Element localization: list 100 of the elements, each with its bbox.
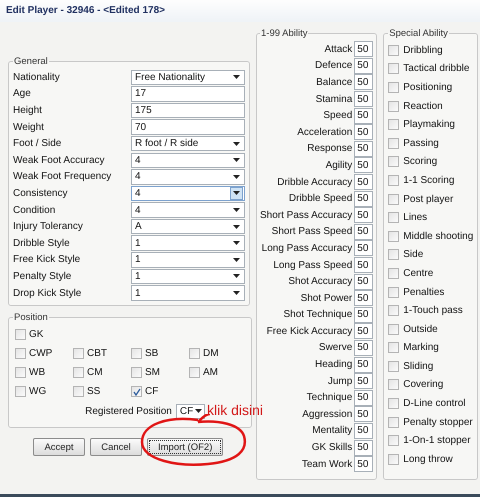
field-label: Stamina — [316, 94, 352, 105]
field-label: Age — [13, 88, 32, 100]
checkbox[interactable] — [388, 249, 400, 260]
dropdown[interactable]: 4 — [131, 186, 245, 202]
checkbox[interactable] — [388, 379, 400, 390]
checkbox[interactable] — [15, 348, 26, 360]
input-field[interactable]: 50 — [354, 406, 374, 422]
input-field[interactable]: 50 — [354, 373, 374, 390]
checkbox[interactable] — [388, 119, 400, 130]
input-field[interactable]: 50 — [354, 174, 374, 190]
checkbox[interactable] — [388, 416, 400, 428]
group-title: 1-99 Ability — [260, 28, 308, 39]
input-field[interactable]: 50 — [354, 274, 374, 290]
input-field[interactable]: 50 — [354, 440, 374, 456]
checkbox[interactable] — [189, 348, 200, 360]
input-field[interactable]: 50 — [354, 306, 374, 323]
field-label: Weak Foot Frequency — [13, 171, 112, 182]
input-field[interactable]: 50 — [354, 356, 374, 373]
dropdown[interactable]: 1 — [131, 285, 245, 301]
checkbox-label: WG — [29, 386, 46, 398]
checkbox[interactable] — [388, 454, 400, 465]
input-field[interactable]: 50 — [354, 290, 374, 306]
checkbox[interactable] — [388, 63, 400, 74]
input-field[interactable]: 50 — [354, 340, 374, 356]
checkbox[interactable] — [73, 348, 84, 360]
checkbox[interactable] — [388, 230, 400, 242]
checkbox[interactable] — [388, 435, 400, 446]
input-field[interactable]: 50 — [354, 456, 374, 472]
dropdown[interactable]: 4 — [131, 202, 245, 218]
checkbox[interactable] — [131, 386, 142, 398]
checkbox[interactable] — [388, 212, 400, 224]
field-label: Short Pass Speed — [272, 226, 352, 238]
input-field[interactable]: 50 — [354, 190, 374, 207]
checkbox[interactable] — [131, 348, 142, 360]
checkbox-label: Outside — [403, 324, 438, 335]
dropdown[interactable]: 1 — [131, 268, 245, 284]
checkbox-label: AM — [203, 367, 218, 378]
annotation-text: klik disini — [207, 402, 264, 418]
checkbox[interactable] — [388, 360, 400, 372]
checkbox[interactable] — [131, 367, 142, 378]
checkbox[interactable] — [388, 194, 400, 205]
checkbox-label: DM — [203, 348, 219, 360]
input-field[interactable]: 50 — [354, 257, 374, 274]
dropdown[interactable]: 4 — [131, 152, 245, 168]
checkbox[interactable] — [388, 398, 400, 410]
checkbox[interactable] — [73, 367, 84, 378]
input-field[interactable]: 50 — [354, 140, 374, 157]
checkbox[interactable] — [388, 82, 400, 93]
checkbox[interactable] — [388, 138, 400, 149]
field-label: Response — [307, 143, 352, 154]
checkbox[interactable] — [15, 367, 26, 378]
input-field[interactable]: 50 — [354, 157, 374, 174]
checkbox-label: Scoring — [403, 156, 438, 168]
input-field[interactable]: 50 — [354, 108, 374, 124]
dialog-button[interactable]: Cancel — [90, 438, 142, 456]
dropdown-arrow-icon — [194, 409, 202, 414]
input-field[interactable]: 50 — [354, 240, 374, 256]
input-field[interactable]: 50 — [354, 207, 374, 224]
field-label: Mentality — [312, 425, 352, 436]
input-field[interactable]: 17 — [131, 86, 245, 102]
field-label: Long Pass Speed — [273, 260, 352, 271]
checkbox[interactable] — [388, 286, 400, 298]
checkbox[interactable] — [388, 44, 400, 56]
dialog-button[interactable]: Accept — [33, 438, 85, 456]
field-label: Long Pass Accuracy — [262, 242, 352, 254]
input-field[interactable]: 70 — [131, 119, 245, 135]
dialog-button[interactable]: Import (OF2) — [147, 438, 224, 456]
dropdown[interactable]: R foot / R side — [131, 136, 245, 152]
input-field[interactable]: 50 — [354, 323, 374, 340]
input-field[interactable]: 50 — [354, 124, 374, 140]
checkbox[interactable] — [388, 268, 400, 279]
dropdown[interactable]: 4 — [131, 169, 245, 185]
input-field[interactable]: 175 — [131, 102, 245, 118]
input-field[interactable]: 50 — [354, 41, 374, 58]
dropdown[interactable]: 1 — [131, 235, 245, 251]
dropdown[interactable]: CF — [176, 404, 205, 420]
dropdown[interactable]: A — [131, 218, 245, 234]
checkbox[interactable] — [73, 386, 84, 398]
input-field[interactable]: 50 — [354, 91, 374, 108]
checkbox[interactable] — [388, 342, 400, 354]
checkbox[interactable] — [388, 156, 400, 168]
checkbox[interactable] — [189, 367, 200, 378]
checkbox-label: GK — [29, 329, 44, 340]
checkbox[interactable] — [388, 100, 400, 112]
input-field[interactable]: 50 — [354, 422, 374, 439]
checkbox[interactable] — [388, 305, 400, 316]
field-label: Shot Accuracy — [288, 276, 352, 288]
dropdown-arrow-icon — [233, 224, 240, 229]
dropdown[interactable]: 1 — [131, 252, 245, 268]
input-field[interactable]: 50 — [354, 74, 374, 90]
checkbox[interactable] — [15, 329, 26, 340]
input-field[interactable]: 50 — [354, 390, 374, 406]
dropdown[interactable]: Free Nationality — [131, 70, 245, 86]
checkbox[interactable] — [388, 324, 400, 335]
field-label: Short Pass Accuracy — [260, 210, 352, 221]
checkbox-label: 1-Touch pass — [403, 305, 463, 316]
checkbox[interactable] — [388, 174, 400, 186]
input-field[interactable]: 50 — [354, 58, 374, 74]
input-field[interactable]: 50 — [354, 224, 374, 240]
checkbox[interactable] — [15, 386, 26, 398]
